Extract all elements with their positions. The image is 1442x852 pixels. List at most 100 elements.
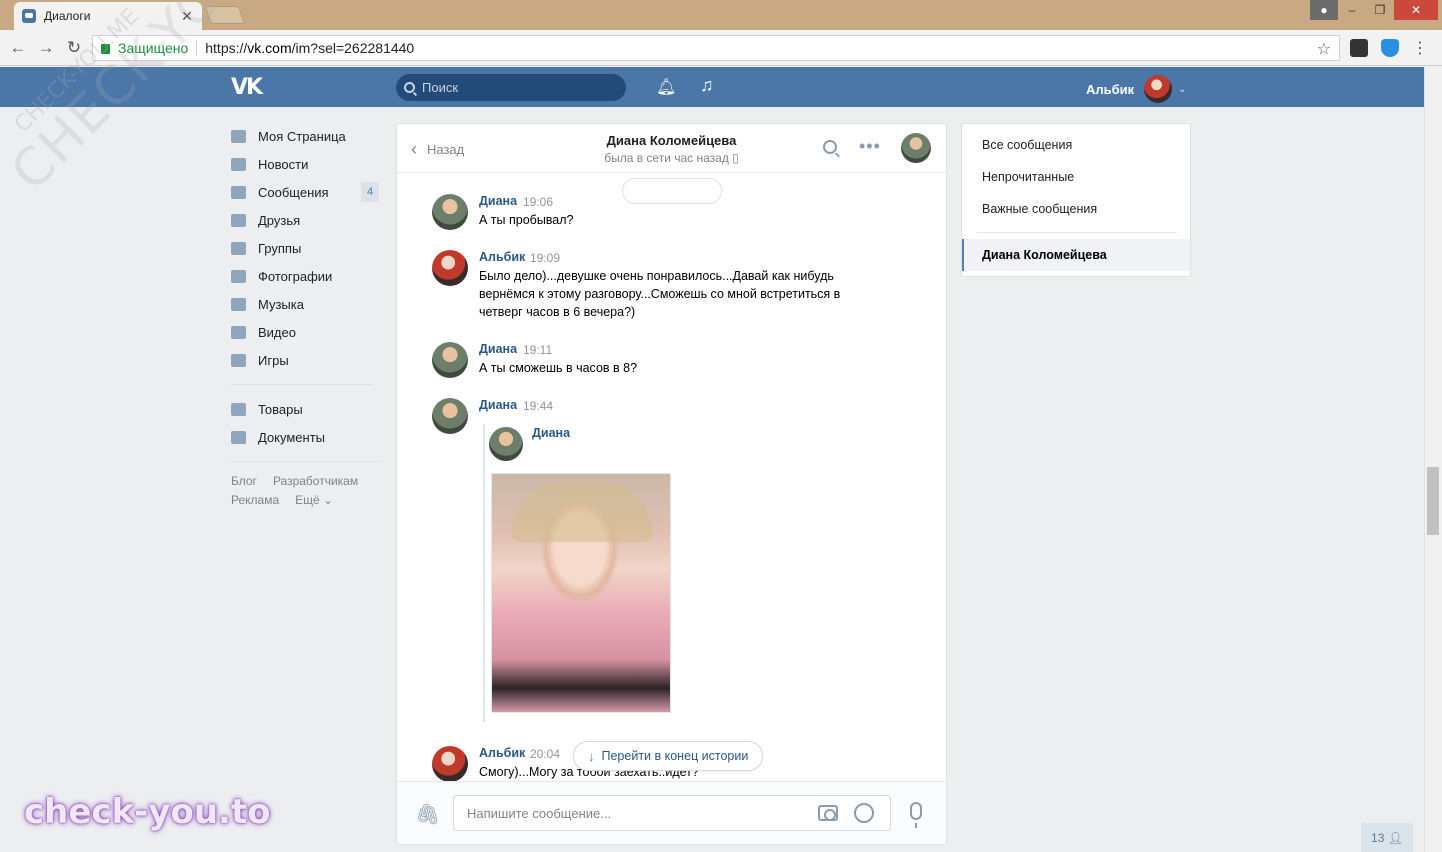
jump-label: Перейти в конец истории <box>601 749 749 763</box>
sidebar-item-video[interactable]: Видео <box>231 318 381 346</box>
shield-extension-icon[interactable] <box>1381 39 1399 57</box>
sidebar-item-label: Сообщения <box>258 184 329 200</box>
sidebar-item-label: Игры <box>258 352 289 368</box>
chevron-down-icon: ⌄ <box>1178 83 1187 95</box>
microphone-icon[interactable] <box>910 802 922 828</box>
avatar[interactable] <box>432 194 468 230</box>
active-dialog-label: Диана Коломейцева <box>982 248 1107 262</box>
avatar[interactable] <box>432 342 468 378</box>
filter-unread[interactable]: Непрочитанные <box>982 170 1074 184</box>
close-tab-icon[interactable]: ✕ <box>180 8 194 25</box>
back-arrow-icon[interactable]: ← <box>8 38 28 58</box>
peer-status-text: была в сети час назад <box>604 151 729 165</box>
url-host: vk.com <box>247 40 292 56</box>
home-icon <box>231 129 246 143</box>
scrollbar-thumb[interactable] <box>1427 467 1439 535</box>
unread-count-badge: 4 <box>361 182 379 202</box>
camera-icon[interactable] <box>818 805 838 821</box>
message-author[interactable]: Диана <box>479 342 517 356</box>
restore-button[interactable]: ❐ <box>1366 0 1394 20</box>
vk-header: VK Поиск 🔔︎ ♫ Альбик ⌄ <box>0 67 1424 107</box>
browser-tabstrip: Диалоги ✕ ● – ❐ ✕ <box>0 0 1442 30</box>
message-placeholder: Напишите сообщение... <box>467 805 612 821</box>
sidebar-item-music[interactable]: Музыка <box>231 290 381 318</box>
avatar[interactable] <box>432 398 468 434</box>
message-text: А ты сможешь в часов в 8? <box>479 361 638 375</box>
music-icon <box>231 297 246 311</box>
avatar[interactable] <box>489 427 523 461</box>
filter-important[interactable]: Важные сообщения <box>982 202 1097 216</box>
profile-icon[interactable]: ● <box>1310 0 1338 20</box>
active-dialog-item[interactable]: Диана Коломейцева <box>962 239 1190 271</box>
messages-icon <box>231 185 246 199</box>
shopping-bag-icon <box>231 402 246 416</box>
chat-panel: ‹ Назад Диана Коломейцева была в сети ча… <box>396 123 947 845</box>
news-icon <box>231 157 246 171</box>
document-icon <box>231 430 246 444</box>
watermark-brand: check-you.to <box>24 792 271 832</box>
video-icon <box>231 325 246 339</box>
person-icon: 👤︎ <box>1384 830 1403 845</box>
bookmark-star-icon[interactable]: ☆ <box>1317 39 1331 59</box>
message-input[interactable]: Напишите сообщение... <box>453 795 891 831</box>
sidebar-footer: Блог Разработчикам Реклама Ещё ⌄ <box>231 472 381 510</box>
page-scrollbar[interactable] <box>1424 67 1442 852</box>
gamepad-icon <box>231 353 246 367</box>
filter-all-messages[interactable]: Все сообщения <box>982 138 1072 152</box>
sidebar-item-goods[interactable]: Товары <box>231 395 381 423</box>
message-author[interactable]: Диана <box>479 398 517 412</box>
browser-menu-icon[interactable]: ⋮ <box>1412 38 1428 58</box>
emoji-icon[interactable] <box>854 803 874 823</box>
forward-arrow-icon[interactable]: → <box>36 38 56 58</box>
search-input[interactable]: Поиск <box>396 74 626 101</box>
sidebar-item-my-page[interactable]: Моя Страница <box>231 122 381 150</box>
extension-icon[interactable] <box>1350 39 1368 57</box>
secure-label: Защищено <box>118 40 189 56</box>
search-in-chat-icon[interactable] <box>823 140 837 154</box>
new-tab-button[interactable] <box>204 6 246 24</box>
avatar[interactable] <box>432 250 468 286</box>
divider <box>196 40 198 56</box>
avatar[interactable] <box>432 746 468 782</box>
online-friends-button[interactable]: 13 👤︎ <box>1361 823 1413 852</box>
peer-avatar[interactable] <box>901 133 931 163</box>
camera-icon <box>231 269 246 283</box>
message-time: 19:11 <box>523 343 553 357</box>
footer-link-blog[interactable]: Блог <box>231 474 257 488</box>
music-note-icon[interactable]: ♫ <box>700 75 714 96</box>
divider <box>231 384 373 385</box>
sidebar-item-photos[interactable]: Фотографии <box>231 262 381 290</box>
sidebar-item-documents[interactable]: Документы <box>231 423 381 451</box>
vk-messages-favicon-icon <box>22 9 36 23</box>
photo-attachment[interactable] <box>491 473 671 713</box>
notifications-bell-icon[interactable]: 🔔︎ <box>656 77 676 97</box>
user-menu[interactable]: Альбик ⌄ <box>1086 75 1187 103</box>
online-count: 13 <box>1371 830 1385 845</box>
sidebar-item-label: Музыка <box>258 296 304 312</box>
left-menu: Моя Страница Новости Сообщения 4 Друзья … <box>231 122 381 510</box>
paperclip-icon[interactable]: 🖇︎ <box>415 802 440 827</box>
forwarded-author[interactable]: Диана <box>532 426 570 440</box>
jump-to-end-button[interactable]: ↓ Перейти в конец истории <box>573 741 764 771</box>
footer-link-developers[interactable]: Разработчикам <box>273 474 358 488</box>
address-bar[interactable]: Защищено https://vk.com/im?sel=262281440… <box>92 35 1340 61</box>
sidebar-item-friends[interactable]: Друзья <box>231 206 381 234</box>
sidebar-item-games[interactable]: Игры <box>231 346 381 374</box>
message-author[interactable]: Альбик <box>479 746 525 760</box>
message-time: 19:44 <box>523 399 554 413</box>
more-options-icon[interactable]: ••• <box>859 136 881 157</box>
message-author[interactable]: Альбик <box>479 250 525 264</box>
url-scheme: https:// <box>205 40 248 56</box>
sidebar-item-news[interactable]: Новости <box>231 150 381 178</box>
message-author[interactable]: Диана <box>479 194 517 208</box>
window-controls: ● – ❐ ✕ <box>1310 0 1438 20</box>
close-window-button[interactable]: ✕ <box>1394 0 1438 20</box>
footer-link-ads[interactable]: Реклама <box>231 493 279 507</box>
sidebar-item-messages[interactable]: Сообщения 4 <box>231 178 381 206</box>
vk-logo-icon[interactable]: VK <box>231 75 265 100</box>
compose-bar: 🖇︎ Напишите сообщение... <box>397 781 946 844</box>
sidebar-item-groups[interactable]: Группы <box>231 234 381 262</box>
footer-link-more[interactable]: Ещё ⌄ <box>295 493 333 507</box>
minimize-button[interactable]: – <box>1338 0 1366 20</box>
forwarded-message-bar <box>483 424 485 722</box>
